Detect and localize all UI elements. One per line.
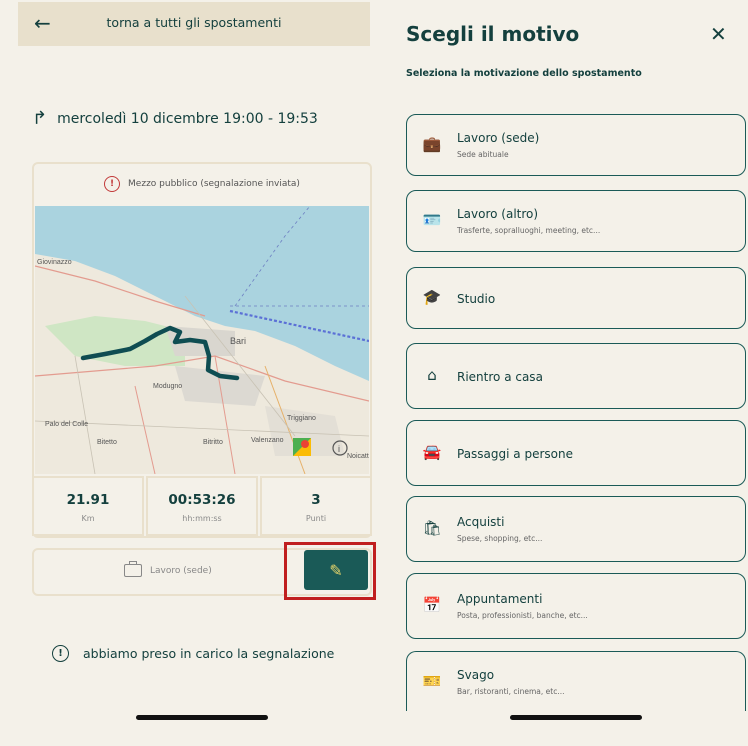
- stat-points-value: 3: [311, 492, 321, 508]
- trip-date-text: mercoledì 10 dicembre 19:00 - 19:53: [57, 110, 318, 127]
- maps-app-icon[interactable]: [293, 438, 311, 456]
- back-to-trips-link[interactable]: torna a tutti gli spostamenti: [18, 15, 370, 30]
- home-indicator-left[interactable]: [136, 715, 268, 720]
- ticket-icon: 🎫: [422, 672, 442, 690]
- route-icon: ↱: [32, 108, 48, 129]
- stat-duration-value: 00:53:26: [168, 492, 236, 508]
- stat-duration-unit: hh:mm:ss: [182, 514, 222, 523]
- transport-warning: ! Mezzo pubblico (segnalazione inviata): [34, 168, 370, 200]
- reason-option-label: Acquisti: [457, 515, 505, 529]
- reason-option-studio[interactable]: 🎓 Studio: [406, 267, 746, 329]
- map-label-bitritto: Bitritto: [203, 439, 223, 446]
- highlight-box: [284, 542, 376, 600]
- reason-option-label: Lavoro (altro): [457, 207, 539, 221]
- svg-text:i: i: [338, 444, 340, 454]
- trip-reason-label: Lavoro (sede): [150, 565, 212, 576]
- home-indicator-right[interactable]: [510, 715, 642, 720]
- transport-warning-text: Mezzo pubblico (segnalazione inviata): [128, 179, 300, 189]
- reason-option-lavoro-sede[interactable]: 💼 Lavoro (sede) Sede abituale: [406, 114, 746, 176]
- map-label-noicattaro: Noicatt: [347, 453, 369, 460]
- reason-option-label: Svago: [457, 668, 495, 682]
- briefcase-icon: 💼: [422, 135, 442, 153]
- map-label-palo-del-colle: Palo del Colle: [45, 421, 88, 428]
- map-label-bitetto: Bitetto: [97, 439, 117, 446]
- reason-option-label: Passaggi a persone: [457, 447, 573, 461]
- home-icon: ⌂: [427, 366, 437, 384]
- shopping-bag-icon: 🛍: [422, 519, 442, 537]
- map-label-triggiano: Triggiano: [287, 415, 316, 422]
- reason-option-sub: Spese, shopping, etc...: [457, 534, 543, 543]
- briefcase-icon: [124, 561, 142, 577]
- report-notice: ! abbiamo preso in carico la segnalazion…: [52, 645, 334, 662]
- calendar-icon: 📅: [422, 596, 442, 614]
- reason-option-passaggi[interactable]: 🚘 Passaggi a persone: [406, 420, 746, 486]
- map-label-giovinazzo: Giovinazzo: [37, 259, 72, 266]
- reason-option-appuntamenti[interactable]: 📅 Appuntamenti Posta, professionisti, ba…: [406, 573, 746, 639]
- reason-sheet-subtitle: Seleziona la motivazione dello spostamen…: [406, 68, 642, 79]
- stat-points: 3 Punti: [260, 476, 372, 536]
- reason-option-sub: Sede abituale: [457, 150, 509, 159]
- close-icon[interactable]: ✕: [710, 22, 727, 46]
- info-circle-icon: !: [52, 645, 69, 662]
- reason-option-acquisti[interactable]: 🛍 Acquisti Spese, shopping, etc...: [406, 496, 746, 562]
- reason-option-label: Appuntamenti: [457, 592, 543, 606]
- stat-distance-unit: Km: [81, 514, 95, 523]
- reason-option-svago[interactable]: 🎫 Svago Bar, ristoranti, cinema, etc...: [406, 651, 746, 711]
- trip-date-line: ↱ mercoledì 10 dicembre 19:00 - 19:53: [32, 108, 318, 129]
- graduation-cap-icon: 🎓: [422, 288, 442, 306]
- car-icon: 🚘: [422, 443, 442, 461]
- reason-option-label: Rientro a casa: [457, 370, 543, 384]
- stat-distance: 21.91 Km: [32, 476, 144, 536]
- reason-option-lavoro-altro[interactable]: 🪪 Lavoro (altro) Trasferte, sopralluoghi…: [406, 190, 746, 252]
- reason-option-label: Lavoro (sede): [457, 131, 540, 145]
- reason-option-rientro-casa[interactable]: ⌂ Rientro a casa: [406, 343, 746, 409]
- reason-sheet-title: Scegli il motivo: [406, 22, 580, 46]
- reason-option-sub: Bar, ristoranti, cinema, etc...: [457, 687, 565, 696]
- stat-distance-value: 21.91: [66, 492, 110, 508]
- map-label-valenzano: Valenzano: [251, 437, 284, 444]
- reason-option-sub: Trasferte, sopralluoghi, meeting, etc...: [457, 226, 601, 235]
- reason-option-label: Studio: [457, 292, 496, 306]
- report-notice-text: abbiamo preso in carico la segnalazione: [83, 646, 335, 661]
- reason-option-sub: Posta, professionisti, banche, etc...: [457, 611, 588, 620]
- top-bar: ← torna a tutti gli spostamenti: [18, 2, 370, 46]
- map-label-bari: Bari: [230, 336, 246, 346]
- badge-icon: 🪪: [422, 211, 442, 229]
- trip-map[interactable]: Giovinazzo Bari Modugno Palo del Colle B…: [35, 206, 369, 474]
- stat-duration: 00:53:26 hh:mm:ss: [146, 476, 258, 536]
- map-label-modugno: Modugno: [153, 383, 182, 390]
- alert-icon: !: [104, 176, 121, 192]
- stat-points-unit: Punti: [305, 514, 327, 523]
